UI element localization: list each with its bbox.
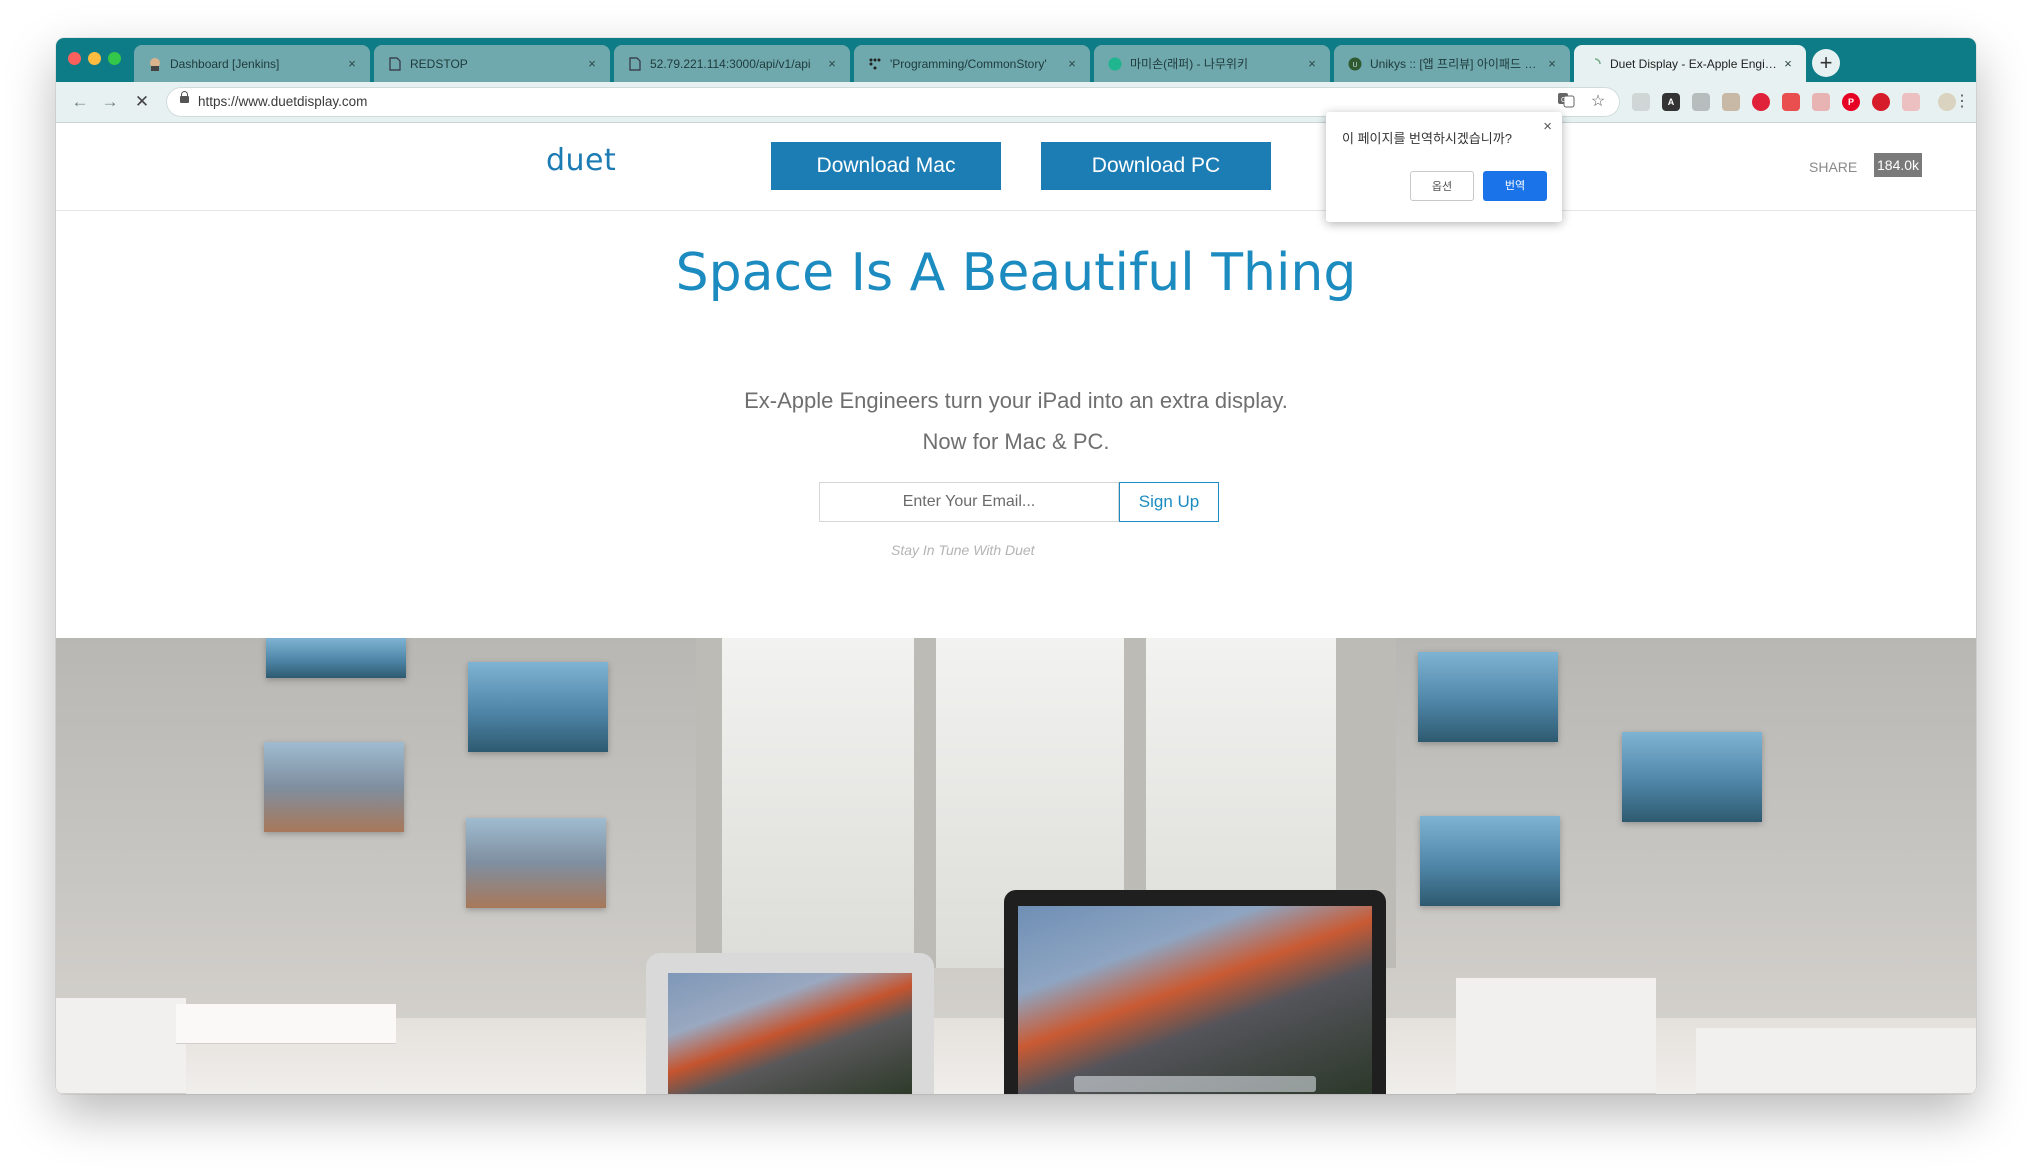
- tab-programming[interactable]: 'Programming/CommonStory' ×: [854, 45, 1090, 82]
- url-text[interactable]: https://www.duetdisplay.com: [198, 94, 367, 109]
- browser-toolbar: ← → ✕ https://www.duetdisplay.com G ☆ A …: [56, 82, 1976, 123]
- wall-photo: [1418, 652, 1558, 742]
- extension-feather-icon[interactable]: [1722, 93, 1740, 111]
- tab-title: 52.79.221.114:3000/api/v1/api: [650, 56, 811, 71]
- tab-close-button[interactable]: ×: [1064, 56, 1080, 71]
- back-button[interactable]: ←: [68, 90, 92, 114]
- web-page: duet Download Mac Download PC SHARE 184.…: [56, 123, 1976, 1094]
- extension-a-icon[interactable]: A: [1662, 93, 1680, 111]
- extension-icon[interactable]: [1902, 93, 1920, 111]
- hero-title: Space Is A Beautiful Thing: [675, 243, 1357, 303]
- pinterest-icon[interactable]: P: [1842, 93, 1860, 111]
- hero-photo: [56, 638, 1976, 1094]
- wall-photo: [264, 742, 404, 832]
- bookmark-star-icon[interactable]: ☆: [1588, 92, 1608, 112]
- browser-window: Dashboard [Jenkins] × REDSTOP × 52.79.22…: [56, 38, 1976, 1094]
- browser-menu-button[interactable]: ⋮: [1950, 90, 1974, 114]
- translate-button[interactable]: 번역: [1483, 171, 1547, 201]
- translate-icon[interactable]: G: [1556, 92, 1576, 112]
- architecture-model: [1696, 1028, 1976, 1094]
- svg-text:G: G: [1561, 97, 1566, 104]
- download-pc-button[interactable]: Download PC: [1041, 142, 1271, 190]
- tab-title: REDSTOP: [410, 56, 468, 71]
- window-close-button[interactable]: [68, 52, 81, 65]
- loading-icon: [1588, 57, 1602, 71]
- site-header: duet Download Mac Download PC SHARE 184.…: [56, 123, 1976, 211]
- tagline: Stay In Tune With Duet: [891, 542, 1035, 558]
- extension-icon[interactable]: [1632, 93, 1650, 111]
- tab-unikys[interactable]: U Unikys :: [앱 프리뷰] 아이패드 듀얼 ×: [1334, 45, 1570, 82]
- hero-subtitle-line2: Now for Mac & PC.: [922, 429, 1110, 454]
- share-label[interactable]: SHARE: [1809, 159, 1857, 175]
- tab-close-button[interactable]: ×: [1544, 56, 1560, 71]
- tab-close-button[interactable]: ×: [824, 56, 840, 71]
- wall-photo: [466, 818, 606, 908]
- wall-photo: [1420, 816, 1560, 906]
- architecture-model: [56, 998, 186, 1094]
- tab-strip: Dashboard [Jenkins] × REDSTOP × 52.79.22…: [56, 38, 1976, 82]
- tab-namuwiki[interactable]: 마미손(래퍼) - 나무위키 ×: [1094, 45, 1330, 82]
- window-maximize-button[interactable]: [108, 52, 121, 65]
- wall-photo: [266, 638, 406, 678]
- duet-logo[interactable]: duet: [546, 143, 616, 178]
- tab-close-button[interactable]: ×: [1304, 56, 1320, 71]
- sign-up-button[interactable]: Sign Up: [1119, 482, 1219, 522]
- tab-close-button[interactable]: ×: [584, 56, 600, 71]
- window-minimize-button[interactable]: [88, 52, 101, 65]
- wall-photo: [1622, 732, 1762, 822]
- dots-icon: [868, 57, 882, 71]
- architecture-model: [1456, 978, 1656, 1094]
- translate-options-button[interactable]: 옵션: [1410, 171, 1474, 201]
- tab-redstop[interactable]: REDSTOP ×: [374, 45, 610, 82]
- tab-title: Unikys :: [앱 프리뷰] 아이패드 듀얼: [1370, 57, 1544, 71]
- namuwiki-icon: [1108, 57, 1122, 71]
- email-field[interactable]: [819, 482, 1119, 522]
- download-mac-button[interactable]: Download Mac: [771, 142, 1001, 190]
- extension-icon[interactable]: [1812, 93, 1830, 111]
- macbook-device: [1004, 890, 1386, 1094]
- unikys-icon: U: [1348, 57, 1362, 71]
- wall-photo: [468, 662, 608, 752]
- ipad-device: [646, 953, 934, 1094]
- tab-close-button[interactable]: ×: [344, 56, 360, 71]
- stop-button[interactable]: ✕: [130, 90, 154, 114]
- close-icon[interactable]: ×: [1543, 118, 1552, 135]
- tab-title: 'Programming/CommonStory': [890, 56, 1047, 71]
- document-icon: [628, 56, 642, 71]
- translate-question: 이 페이지를 번역하시겠습니까?: [1342, 131, 1512, 146]
- share-count: 184.0k: [1874, 153, 1923, 177]
- ipad-screen: [668, 973, 912, 1094]
- tab-title: Dashboard [Jenkins]: [170, 56, 280, 71]
- shield-extension-icon[interactable]: [1782, 93, 1800, 111]
- extension-tab-icon[interactable]: [1872, 93, 1890, 111]
- tab-api[interactable]: 52.79.221.114:3000/api/v1/api ×: [614, 45, 850, 82]
- dock: [1074, 1076, 1316, 1092]
- new-tab-button[interactable]: +: [1812, 49, 1840, 77]
- forward-button[interactable]: →: [98, 90, 122, 114]
- document-icon: [388, 56, 402, 71]
- lock-icon: [180, 91, 189, 103]
- macbook-screen: [1018, 906, 1372, 1094]
- tab-jenkins[interactable]: Dashboard [Jenkins] ×: [134, 45, 370, 82]
- svg-text:U: U: [1352, 62, 1357, 69]
- tab-duet-display[interactable]: Duet Display - Ex-Apple Engineers ×: [1574, 45, 1806, 82]
- tab-title: Duet Display - Ex-Apple Engineers: [1610, 56, 1780, 71]
- opera-extension-icon[interactable]: [1752, 93, 1770, 111]
- tab-title: 마미손(래퍼) - 나무위키: [1130, 57, 1249, 71]
- extension-keyboard-icon[interactable]: [1692, 93, 1710, 111]
- translate-popup: 이 페이지를 번역하시겠습니까? × 옵션 번역: [1326, 112, 1562, 222]
- hero-subtitle-line1: Ex-Apple Engineers turn your iPad into a…: [744, 388, 1288, 413]
- architecture-model: [176, 1004, 396, 1044]
- tab-close-button[interactable]: ×: [1780, 56, 1796, 71]
- jenkins-icon: [148, 57, 162, 71]
